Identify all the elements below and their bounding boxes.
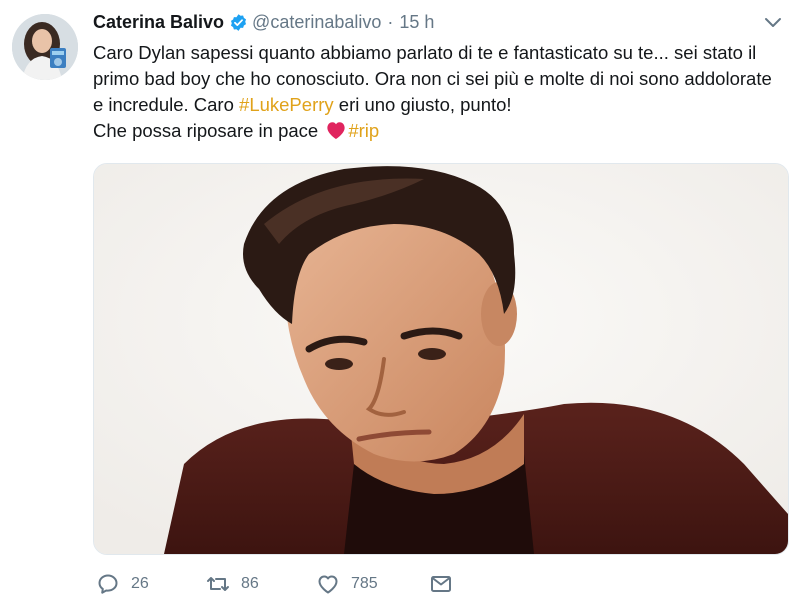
- red-heart-icon: [325, 120, 347, 140]
- reply-icon: [98, 574, 118, 594]
- like-button[interactable]: 785: [316, 572, 429, 596]
- tweet-paragraph-1: Caro Dylan sapessi quanto abbiamo parlat…: [93, 40, 783, 118]
- avatar[interactable]: [12, 14, 78, 80]
- tweet-text-part-2: eri uno giusto, punto!: [333, 94, 512, 115]
- tweet-paragraph-2: Che possa riposare in pace #rip: [93, 118, 783, 144]
- tweet-photo[interactable]: [93, 163, 789, 555]
- author-handle[interactable]: @caterinabalivo: [252, 12, 381, 33]
- verified-badge-icon: [229, 13, 248, 32]
- reply-button[interactable]: 26: [96, 572, 206, 596]
- tweet-content: Caterina Balivo @caterinabalivo · 15 h C…: [93, 10, 783, 144]
- tweet-timestamp[interactable]: 15 h: [399, 12, 434, 33]
- tweet-header: Caterina Balivo @caterinabalivo · 15 h: [93, 10, 783, 34]
- retweet-icon: [207, 577, 229, 591]
- hashtag-rip[interactable]: #rip: [348, 120, 379, 141]
- retweet-count: 86: [241, 575, 259, 592]
- chevron-down-icon[interactable]: [763, 16, 783, 30]
- direct-message-button[interactable]: [429, 572, 453, 596]
- separator-dot: ·: [387, 11, 394, 32]
- portrait-image: [94, 164, 788, 554]
- like-count: 785: [351, 575, 378, 592]
- hashtag-lukeperry[interactable]: #LukePerry: [239, 94, 334, 115]
- reply-count: 26: [131, 575, 149, 592]
- direct-message-icon: [431, 576, 451, 592]
- tweet-card: Caterina Balivo @caterinabalivo · 15 h C…: [0, 0, 800, 611]
- tweet-text-part-3: Che possa riposare in pace: [93, 120, 324, 141]
- action-bar: 26 86 785: [96, 572, 453, 596]
- retweet-button[interactable]: 86: [206, 572, 316, 596]
- tweet-text: Caro Dylan sapessi quanto abbiamo parlat…: [93, 40, 783, 144]
- author-name[interactable]: Caterina Balivo: [93, 12, 224, 33]
- like-icon: [318, 575, 338, 594]
